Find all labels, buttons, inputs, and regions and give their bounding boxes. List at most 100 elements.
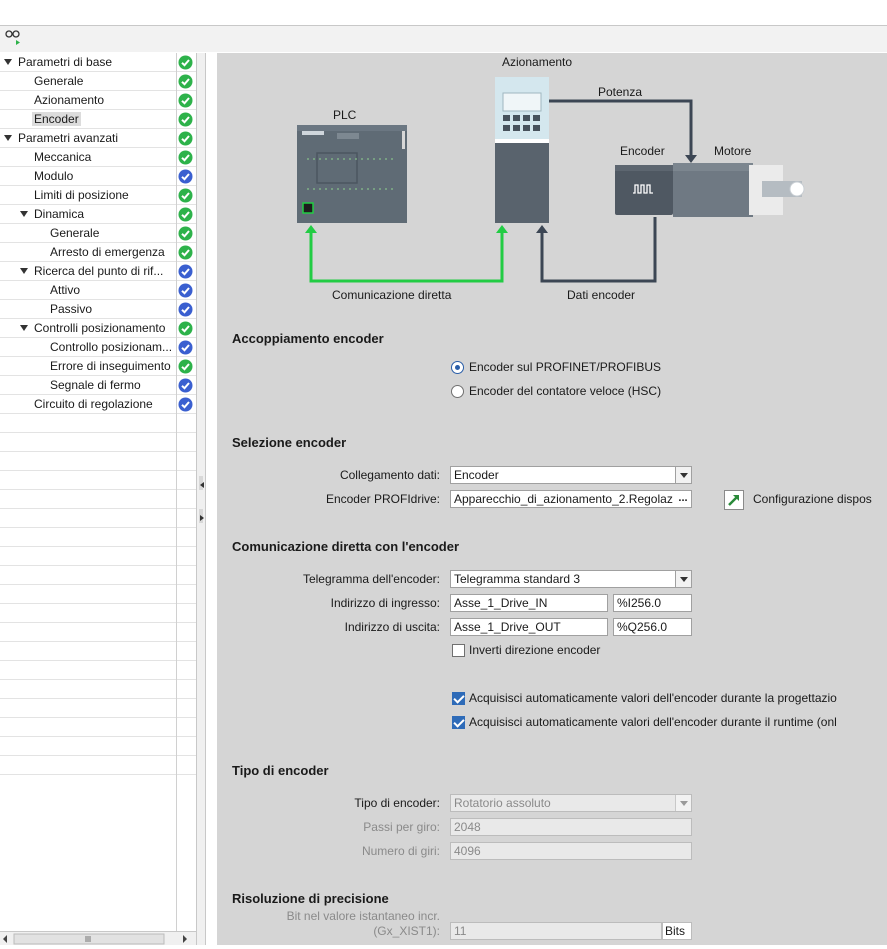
toolbar bbox=[0, 26, 887, 52]
tree-item-label: Ricerca del punto di rif... bbox=[34, 264, 164, 278]
tree-item[interactable]: Attivo bbox=[0, 281, 196, 300]
auto-runtime-checkbox[interactable] bbox=[452, 716, 465, 729]
expand-arrow-icon[interactable] bbox=[20, 268, 28, 274]
tree-item-label: Controlli posizionamento bbox=[34, 321, 166, 335]
tree-item[interactable]: Circuito di regolazione bbox=[0, 395, 196, 414]
tree-item[interactable]: Generale bbox=[0, 72, 196, 91]
turns-field: 4096 bbox=[450, 842, 692, 860]
input-address-field[interactable]: %I256.0 bbox=[613, 594, 692, 612]
input-name-field[interactable]: Asse_1_Drive_IN bbox=[450, 594, 608, 612]
tree-empty-row bbox=[0, 566, 196, 585]
panel-margin bbox=[206, 53, 217, 945]
steps-label: Passi per giro: bbox=[363, 820, 440, 834]
coupling-section-title: Accoppiamento encoder bbox=[232, 331, 384, 346]
tree-item[interactable]: Limiti di posizione bbox=[0, 186, 196, 205]
tree-empty-row bbox=[0, 661, 196, 680]
parameter-tree: Parametri di base Generale Azionamento Enco… bbox=[0, 53, 196, 931]
expand-arrow-icon[interactable] bbox=[20, 325, 28, 331]
panel-splitter[interactable] bbox=[196, 53, 206, 945]
radio-profinet-label[interactable]: Encoder sul PROFINET/PROFIBUS bbox=[469, 360, 661, 374]
bits-field: 11 bbox=[450, 922, 662, 940]
auto-runtime-label[interactable]: Acquisisci automaticamente valori dell'e… bbox=[469, 715, 837, 729]
config-link[interactable]: Configurazione dispos bbox=[753, 492, 872, 506]
bits-label-line2: (Gx_XIST1): bbox=[373, 924, 440, 938]
tree-item[interactable]: Azionamento bbox=[0, 91, 196, 110]
telegram-value: Telegramma standard 3 bbox=[454, 572, 581, 586]
tree-horizontal-scrollbar[interactable] bbox=[0, 931, 196, 945]
invert-direction-label[interactable]: Inverti direzione encoder bbox=[469, 643, 600, 657]
tree-empty-row bbox=[0, 528, 196, 547]
tree-item-label: Parametri avanzati bbox=[18, 131, 119, 145]
expand-arrow-icon[interactable] bbox=[20, 211, 28, 217]
tree-empty-row bbox=[0, 490, 196, 509]
encoder-type-label: Tipo di encoder: bbox=[354, 796, 440, 810]
tree-item[interactable]: Segnale di fermo bbox=[0, 376, 196, 395]
tree-item[interactable]: Generale bbox=[0, 224, 196, 243]
open-config-icon[interactable] bbox=[724, 490, 744, 510]
tree-empty-row bbox=[0, 718, 196, 737]
expand-arrow-icon[interactable] bbox=[4, 59, 12, 65]
profidrive-field[interactable]: Apparecchio_di_azionamento_2.Regolaz ... bbox=[450, 490, 692, 508]
drive-device-image bbox=[495, 77, 549, 223]
tree-item-label: Azionamento bbox=[34, 93, 105, 107]
chevron-down-icon bbox=[675, 795, 691, 811]
window-top-bar bbox=[0, 0, 887, 26]
tree-item[interactable]: Errore di inseguimento bbox=[0, 357, 196, 376]
tree-item[interactable]: Meccanica bbox=[0, 148, 196, 167]
chevron-down-icon[interactable] bbox=[675, 467, 691, 483]
tree-item[interactable]: Dinamica bbox=[0, 205, 196, 224]
telegram-label: Telegramma dell'encoder: bbox=[302, 572, 440, 586]
tree-item[interactable]: Arresto di emergenza bbox=[0, 243, 196, 262]
tree-item-label: Circuito di regolazione bbox=[34, 397, 153, 411]
data-link-label: Collegamento dati: bbox=[339, 468, 440, 482]
radio-hsc[interactable] bbox=[451, 385, 464, 398]
tree-item[interactable]: Controlli posizionamento bbox=[0, 319, 196, 338]
tree-item-label: Encoder bbox=[32, 112, 81, 126]
data-link-select[interactable]: Encoder bbox=[450, 466, 692, 484]
tree-item-label: Attivo bbox=[50, 283, 81, 297]
profidrive-value: Apparecchio_di_azionamento_2.Regolaz bbox=[454, 492, 673, 506]
bits-label-line1: Bit nel valore istantaneo incr. bbox=[286, 909, 440, 923]
power-label: Potenza bbox=[598, 85, 643, 99]
tree-item-label: Segnale di fermo bbox=[50, 378, 141, 392]
radio-hsc-label[interactable]: Encoder del contatore veloce (HSC) bbox=[469, 384, 661, 398]
encoder-diagram bbox=[297, 77, 805, 283]
auto-design-checkbox[interactable] bbox=[452, 692, 465, 705]
tree-empty-row bbox=[0, 699, 196, 718]
telegram-select[interactable]: Telegramma standard 3 bbox=[450, 570, 692, 588]
tree-item[interactable]: Parametri avanzati bbox=[0, 129, 196, 148]
view-toggle-icon[interactable] bbox=[5, 30, 23, 46]
output-name-field[interactable]: Asse_1_Drive_OUT bbox=[450, 618, 608, 636]
tree-item-label: Arresto di emergenza bbox=[50, 245, 165, 259]
drive-label: Azionamento bbox=[502, 55, 573, 69]
tree-item-label: Meccanica bbox=[34, 150, 92, 164]
chevron-down-icon[interactable] bbox=[675, 571, 691, 587]
radio-profinet[interactable] bbox=[451, 361, 464, 374]
tree-empty-row bbox=[0, 585, 196, 604]
tree-item-label: Passivo bbox=[50, 302, 93, 316]
tree-item-label: Modulo bbox=[34, 169, 74, 183]
turns-label: Numero di giri: bbox=[361, 844, 440, 858]
tree-item[interactable]: Passivo bbox=[0, 300, 196, 319]
tree-item[interactable]: Controllo posizionam... bbox=[0, 338, 196, 357]
auto-design-label[interactable]: Acquisisci automaticamente valori dell'e… bbox=[469, 691, 837, 705]
tree-item[interactable]: Encoder bbox=[0, 110, 196, 129]
data-link-value: Encoder bbox=[454, 468, 499, 482]
output-address-label: Indirizzo di uscita: bbox=[344, 620, 440, 634]
resolution-section-title: Risoluzione di precisione bbox=[232, 891, 389, 906]
direct-section-title: Comunicazione diretta con l'encoder bbox=[232, 539, 460, 554]
tree-empty-row bbox=[0, 433, 196, 452]
encoder-type-select: Rotatorio assoluto bbox=[450, 794, 692, 812]
tree-item-label: Parametri di base bbox=[18, 55, 113, 69]
tree-empty-row bbox=[0, 452, 196, 471]
encoder-type-value: Rotatorio assoluto bbox=[454, 796, 551, 810]
invert-direction-checkbox[interactable] bbox=[452, 644, 465, 657]
tree-empty-row bbox=[0, 509, 196, 528]
tree-item[interactable]: Ricerca del punto di rif... bbox=[0, 262, 196, 281]
tree-item[interactable]: Modulo bbox=[0, 167, 196, 186]
input-address-label: Indirizzo di ingresso: bbox=[330, 596, 440, 610]
tree-item[interactable]: Parametri di base bbox=[0, 53, 196, 72]
expand-arrow-icon[interactable] bbox=[4, 135, 12, 141]
output-address-field[interactable]: %Q256.0 bbox=[613, 618, 692, 636]
browse-button[interactable]: ... bbox=[675, 491, 691, 507]
